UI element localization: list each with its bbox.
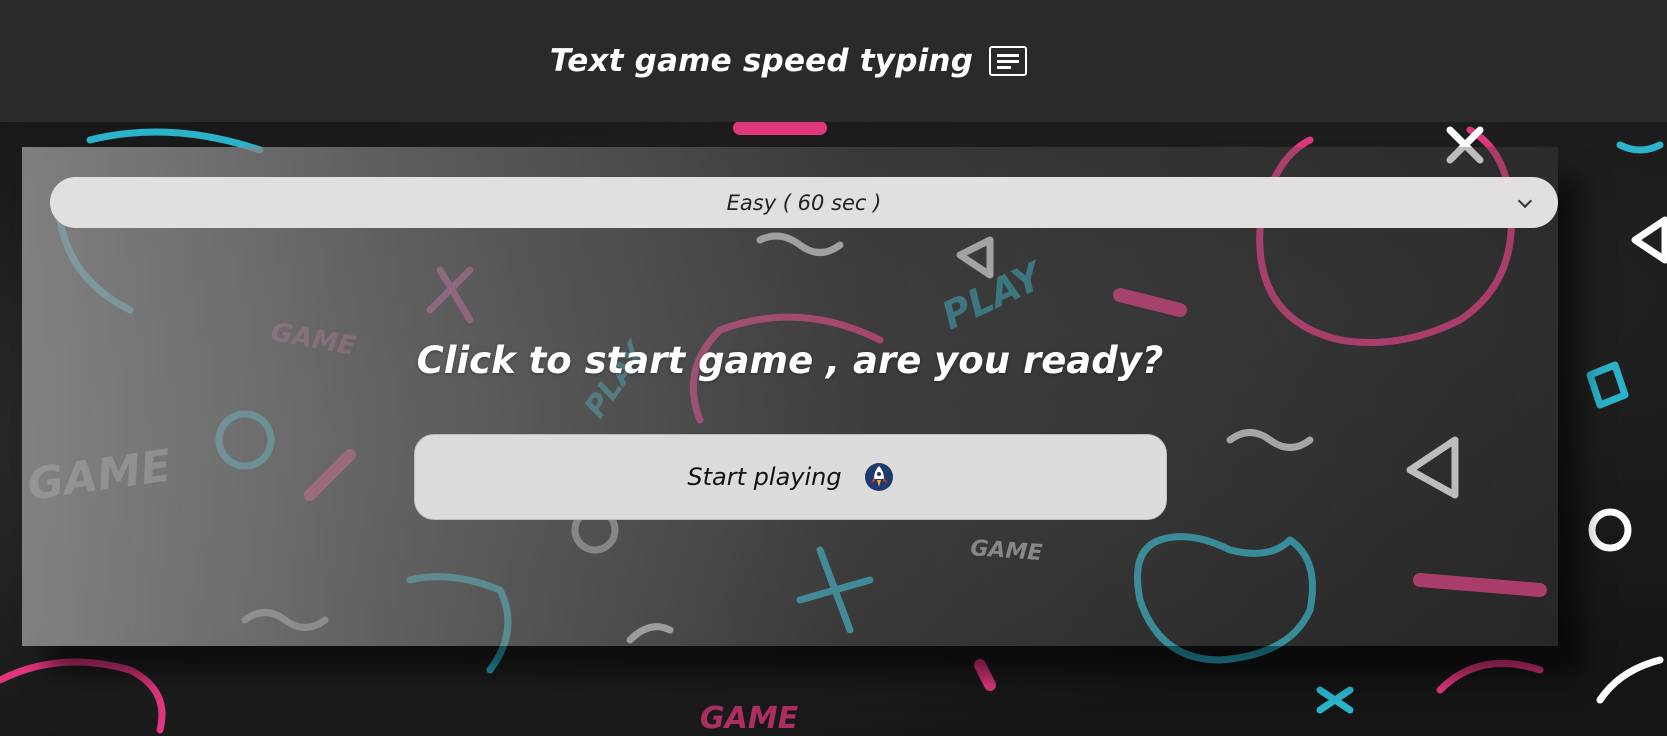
app-title: Text game speed typing [549,43,974,79]
start-prompt: Click to start game , are you ready? [416,339,1164,382]
bg-word: GAME [700,701,799,736]
start-playing-label: Start playing [687,463,842,491]
notes-icon [989,46,1028,76]
chevron-down-icon [1517,193,1533,209]
start-playing-button[interactable]: Start playing [414,434,1167,520]
rocket-icon [864,463,893,491]
app-header: Text game speed typing [0,0,1667,122]
game-panel: Easy ( 60 sec ) Click to start game , ar… [22,147,1558,646]
difficulty-select[interactable]: Easy ( 60 sec ) [50,177,1558,228]
difficulty-selected-value: Easy ( 60 sec ) [726,190,882,215]
